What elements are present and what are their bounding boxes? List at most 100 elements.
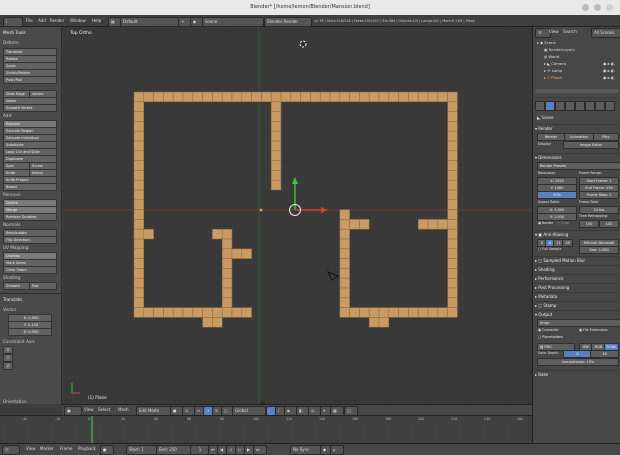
visibility-eye-icon[interactable]: ◉ ▸ ◐	[603, 61, 615, 66]
wall-face[interactable]	[339, 248, 350, 259]
render-button[interactable]: Render	[537, 133, 565, 141]
filter-size-field[interactable]: Size: 1.000	[579, 246, 619, 254]
wall-face[interactable]	[212, 317, 223, 328]
wall-face[interactable]	[447, 277, 458, 289]
outliner-camera[interactable]: ▸ ◣ Camera	[544, 61, 566, 66]
wall-face[interactable]	[270, 179, 282, 191]
wall-face[interactable]	[133, 277, 145, 289]
visibility-eye-icon-3[interactable]: ◉ ▸ ◐	[603, 75, 615, 80]
frame-step-field[interactable]: Frame Step: 1	[579, 191, 619, 199]
menu-file[interactable]: File	[26, 17, 33, 25]
timeline[interactable]: -40 -20 0 20 40 60 80 100 120 140 160 180 200 220 240 2…	[0, 415, 532, 444]
scene-select[interactable]: Scene	[202, 17, 264, 27]
smooth-shading-button[interactable]: Smooth	[3, 282, 31, 290]
wall-face[interactable]	[378, 91, 390, 103]
wall-face[interactable]	[270, 150, 282, 161]
time-remap-old-field[interactable]: 100	[579, 220, 599, 228]
wall-face[interactable]	[133, 111, 145, 122]
wall-face[interactable]	[212, 228, 223, 240]
wall-face[interactable]	[447, 189, 458, 201]
wall-face[interactable]	[427, 91, 439, 103]
section-render[interactable]: ▾ Render	[535, 124, 619, 132]
minimize-icon[interactable]	[582, 4, 589, 11]
wall-face[interactable]	[231, 91, 243, 103]
wall-face[interactable]	[339, 297, 350, 308]
bisect-button[interactable]: Bisect	[3, 183, 57, 191]
section-motion-blur[interactable]: ▸ ▢ Sampled Motion Blur	[535, 256, 619, 264]
wall-face[interactable]	[133, 179, 145, 191]
wall-face[interactable]	[133, 209, 145, 220]
outliner-renderlayers[interactable]: ▣ RenderLayers	[544, 47, 575, 52]
wall-face[interactable]	[133, 228, 145, 240]
section-stamp[interactable]: ▸ ▢ Stamp	[535, 301, 619, 309]
wall-face[interactable]	[221, 277, 233, 289]
section-anti-aliasing[interactable]: ▾ ▣ Anti-Aliasing	[535, 230, 619, 238]
wall-face[interactable]	[270, 91, 282, 103]
end-frame-field[interactable]: End: 250	[156, 445, 192, 455]
color-depth-8-button[interactable]: 8	[563, 350, 592, 358]
menu-help[interactable]: Help	[92, 17, 101, 25]
flip-direction-button[interactable]: Flip Direction	[3, 236, 57, 244]
section-shading[interactable]: ▸ Shading	[535, 265, 619, 273]
outliner-lamp[interactable]: ▸ ☀ Lamp	[544, 68, 562, 73]
outliner-plane[interactable]: ▸ ▽ Plane	[544, 75, 562, 80]
wall-face[interactable]	[378, 317, 390, 328]
wall-face[interactable]	[300, 91, 311, 103]
wall-face[interactable]	[378, 307, 390, 318]
section-output[interactable]: ▾ Output	[535, 310, 619, 318]
wall-face[interactable]	[133, 189, 145, 201]
wall-face[interactable]	[133, 160, 145, 171]
axis-x-checkbox[interactable]: X	[3, 346, 13, 354]
outliner-menu-search[interactable]: Search	[563, 28, 577, 36]
wall-face[interactable]	[270, 160, 282, 171]
wall-face[interactable]	[349, 91, 360, 103]
wall-face[interactable]	[231, 307, 243, 318]
wall-face[interactable]	[133, 121, 145, 132]
wall-face[interactable]	[368, 307, 380, 318]
wall-face[interactable]	[241, 248, 252, 259]
menu-mesh[interactable]: Mesh	[118, 406, 129, 414]
wall-face[interactable]	[261, 91, 272, 103]
wall-face[interactable]	[221, 268, 233, 279]
outliner-display-select[interactable]: All Scenes	[591, 28, 620, 38]
wall-face[interactable]	[133, 140, 145, 152]
wall-face[interactable]	[182, 307, 194, 318]
maximize-icon[interactable]	[594, 4, 601, 11]
wall-face[interactable]	[447, 199, 458, 210]
wall-face[interactable]	[447, 130, 458, 142]
wall-face[interactable]	[339, 238, 350, 250]
axis-z-checkbox[interactable]: Z	[3, 362, 13, 370]
wall-face[interactable]	[143, 307, 154, 318]
wall-face[interactable]	[447, 219, 458, 230]
resolution-percentage-slider[interactable]: 50%	[537, 191, 577, 199]
remove-doubles-button[interactable]: Remove Doubles	[3, 213, 57, 221]
visibility-eye-icon-2[interactable]: ◉ ▸ ◐	[603, 68, 615, 73]
material-tab-icon[interactable]	[605, 101, 615, 111]
current-frame-field[interactable]: 1	[190, 445, 210, 455]
wall-face[interactable]	[447, 160, 458, 171]
output-path-field[interactable]: /tmp/	[537, 319, 620, 327]
outliner-menu-view[interactable]: View	[549, 28, 559, 36]
wall-face[interactable]	[339, 307, 350, 318]
wall-face[interactable]	[447, 170, 458, 181]
wall-face[interactable]	[143, 228, 154, 240]
wall-face[interactable]	[133, 101, 145, 112]
wall-face[interactable]	[447, 248, 458, 259]
wall-face[interactable]	[447, 111, 458, 122]
wall-face[interactable]	[133, 268, 145, 279]
wall-face[interactable]	[212, 307, 223, 318]
wall-face[interactable]	[202, 307, 213, 318]
wall-face[interactable]	[270, 140, 282, 152]
wall-face[interactable]	[339, 258, 350, 269]
display-select[interactable]: Image Editor	[563, 141, 619, 149]
tl-menu-view[interactable]: View	[26, 445, 36, 453]
outliner-scrollbar[interactable]	[535, 89, 619, 93]
axis-y-checkbox[interactable]: Y	[3, 354, 13, 362]
wall-face[interactable]	[212, 91, 223, 103]
menu-add[interactable]: Add	[38, 17, 46, 25]
wall-face[interactable]	[202, 91, 213, 103]
wall-face[interactable]	[241, 307, 252, 318]
jump-end-icon[interactable]: ⏭	[253, 445, 267, 455]
menu-select[interactable]: Select	[98, 406, 110, 414]
aspect-y-field[interactable]: Y: 1.000	[537, 213, 577, 221]
